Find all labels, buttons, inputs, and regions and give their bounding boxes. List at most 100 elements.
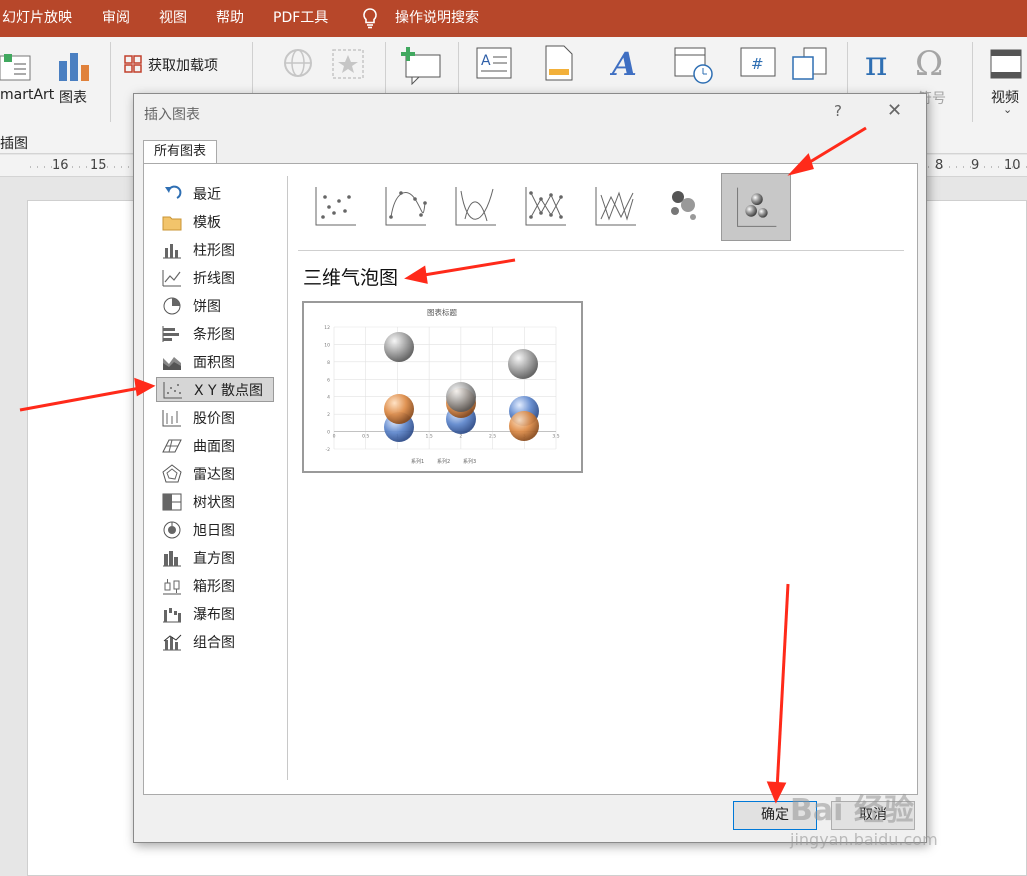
subtype-scatter[interactable] [301,173,371,241]
scatter-chart-icon [163,381,182,398]
category-box-whisker[interactable]: 箱形图 [156,573,274,598]
video-icon[interactable] [990,49,1022,79]
insert-chart-dialog: 插入图表 ? ✕ 所有图表 最近 模板 柱形图 折线图 饼图 条形图 面积图 X… [133,93,927,843]
action-icon [332,49,364,79]
category-templates[interactable]: 模板 [156,209,274,234]
slide-number-icon[interactable]: # [740,47,776,77]
subtype-divider [298,250,904,251]
x-tick-label: 0 [333,434,336,440]
category-treemap[interactable]: 树状图 [156,489,274,514]
combo-chart-icon [163,634,182,650]
category-combo[interactable]: 组合图 [156,629,274,654]
bar-chart-icon [162,325,179,342]
category-recent[interactable]: 最近 [156,181,274,206]
comment-icon[interactable] [400,45,442,85]
category-label: 箱形图 [193,578,235,595]
y-tick-label: 6 [327,377,330,383]
category-label: 柱形图 [193,242,235,259]
chart-label[interactable]: 图表 [59,87,87,107]
category-label: 雷达图 [193,466,235,483]
category-label: 直方图 [193,550,235,567]
ruler-number: 15 [90,158,107,173]
chart-icon[interactable] [57,49,91,83]
x-tick-label: 2 [459,434,462,440]
category-label: 模板 [193,214,221,231]
category-histogram[interactable]: 直方图 [156,545,274,570]
preview-bubbles [384,332,539,442]
category-surface[interactable]: 曲面图 [156,433,274,458]
category-line[interactable]: 折线图 [156,265,274,290]
category-radar[interactable]: 雷达图 [156,461,274,486]
help-button[interactable]: ? [834,102,842,120]
date-time-icon[interactable] [674,45,714,85]
subtype-scatter-straight-lines[interactable] [581,173,651,241]
category-label: 面积图 [193,354,235,371]
category-label: 最近 [193,186,221,203]
category-label: 折线图 [193,270,235,287]
legend-item: 系列3 [463,458,476,465]
smartart-label[interactable]: martArt [0,87,54,103]
preview-bubble [384,394,414,424]
y-tick-label: -2 [326,447,331,453]
sunburst-chart-icon [163,521,181,538]
category-label: 曲面图 [193,438,235,455]
subtype-scatter-smooth-lines[interactable] [441,173,511,241]
tab-all-charts[interactable]: 所有图表 [143,140,217,164]
tab-view[interactable]: 视图 [159,0,187,37]
dialog-title: 插入图表 [144,107,200,123]
svg-text:Ω: Ω [915,45,943,81]
equation-icon[interactable]: π [864,45,898,81]
link-icon [284,49,312,77]
category-label: 饼图 [193,298,221,315]
category-xy-scatter[interactable]: X Y 散点图 [156,377,274,402]
category-waterfall[interactable]: 瀑布图 [156,601,274,626]
category-sunburst[interactable]: 旭日图 [156,517,274,542]
lightbulb-icon [363,8,377,29]
category-label: 瀑布图 [193,606,235,623]
close-button[interactable]: ✕ [887,100,902,121]
header-footer-icon[interactable] [545,45,573,81]
y-tick-label: 0 [327,430,330,436]
tab-pdf-tools[interactable]: PDF工具 [273,0,328,37]
category-label: 组合图 [193,634,235,651]
y-tick-label: 10 [324,342,330,348]
ruler-number: 10 [1004,158,1021,173]
subtype-scatter-straight-markers[interactable] [511,173,581,241]
add-ins-icon[interactable] [124,55,142,73]
category-area[interactable]: 面积图 [156,349,274,374]
radar-chart-icon [162,463,182,482]
smartart-icon[interactable] [0,50,34,86]
watermark-url: jingyan.baidu.com [790,830,938,849]
ruler-number: 9 [971,158,980,173]
tab-review[interactable]: 审阅 [102,0,130,37]
undo-icon [165,185,182,199]
tab-slideshow[interactable]: 幻灯片放映 [2,0,72,37]
x-tick-label: 3.5 [552,434,559,440]
symbol-icon[interactable]: Ω [914,45,950,81]
preview-bubble [509,411,539,441]
subtype-scatter-smooth-markers[interactable] [371,173,441,241]
textbox-icon[interactable]: A [476,47,512,79]
preview-bubble [508,349,538,379]
illustrations-group-label: 插图 [0,136,28,152]
subtype-bubble[interactable] [651,173,721,241]
chart-preview: 图表标题 121086420-200.511.522.533.5 系列1 系列2… [302,301,583,473]
category-column[interactable]: 柱形图 [156,237,274,262]
wordart-icon[interactable]: A [610,45,638,79]
object-icon[interactable] [792,47,828,81]
category-stock[interactable]: 股价图 [156,405,274,430]
get-add-ins-button[interactable]: 获取加载项 [148,55,218,75]
chevron-down-icon[interactable]: ⌄ [1003,103,1012,116]
x-tick-label: 0.5 [362,434,369,440]
preview-bubble [384,332,414,362]
y-tick-label: 2 [327,412,330,418]
subtype-3d-bubble[interactable] [721,173,791,241]
category-bar[interactable]: 条形图 [156,321,274,346]
ruler-number: 8 [935,158,944,173]
tell-me-search[interactable]: 操作说明搜索 [395,0,479,37]
y-tick-label: 12 [324,325,330,331]
tab-help[interactable]: 帮助 [216,0,244,37]
area-chart-icon [163,356,181,370]
legend-item: 系列2 [437,458,450,465]
category-pie[interactable]: 饼图 [156,293,274,318]
